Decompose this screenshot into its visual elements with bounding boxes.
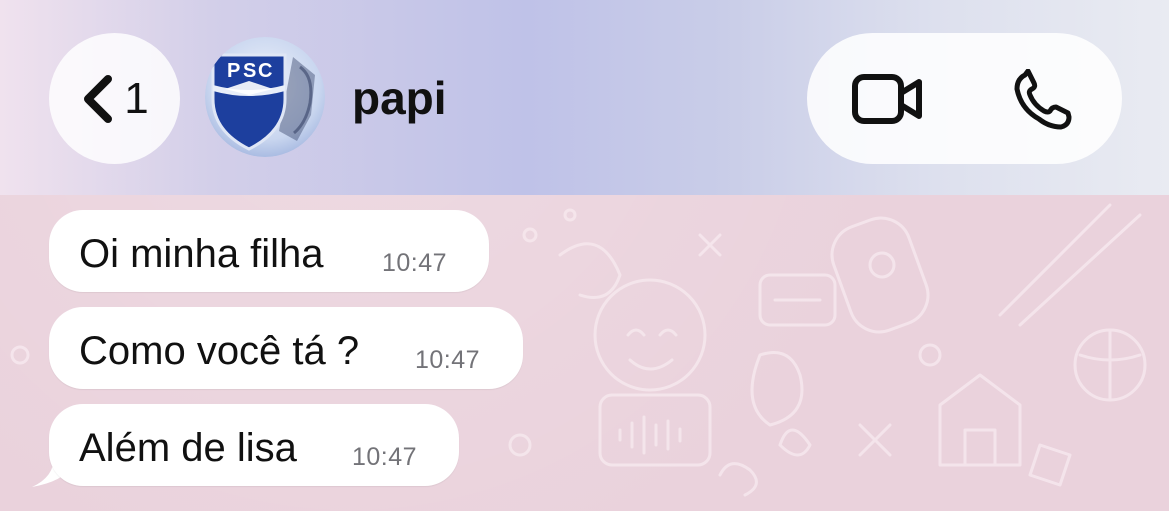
- message-bubble[interactable]: Como você tá ? 10:47: [49, 307, 523, 389]
- contact-name[interactable]: papi: [352, 72, 447, 124]
- avatar-letter: S: [243, 60, 256, 82]
- message-time: 10:47: [352, 443, 418, 471]
- message-bubble[interactable]: Além de lisa 10:47: [49, 404, 459, 486]
- video-call-button[interactable]: [851, 71, 927, 127]
- voice-call-button[interactable]: [1011, 68, 1075, 133]
- avatar[interactable]: P S C: [205, 37, 325, 157]
- phone-icon: [1014, 68, 1072, 130]
- avatar-letter: C: [258, 60, 272, 82]
- unread-count: 1: [124, 73, 149, 123]
- message-time: 10:47: [415, 346, 481, 374]
- call-actions: [807, 33, 1122, 164]
- chevron-left-icon: [84, 74, 113, 123]
- message-text: Além de lisa: [79, 426, 297, 470]
- message-bubble[interactable]: Oi minha filha 10:47: [49, 210, 489, 292]
- message-text: Oi minha filha: [79, 232, 324, 276]
- message-time: 10:47: [382, 249, 448, 277]
- chat-header: 1 P S C papi: [0, 0, 1169, 195]
- video-camera-icon: [852, 74, 922, 124]
- avatar-letter: P: [227, 60, 240, 82]
- avatar-image: P S C: [205, 37, 325, 157]
- back-button[interactable]: 1: [49, 33, 180, 164]
- message-text: Como você tá ?: [79, 329, 360, 373]
